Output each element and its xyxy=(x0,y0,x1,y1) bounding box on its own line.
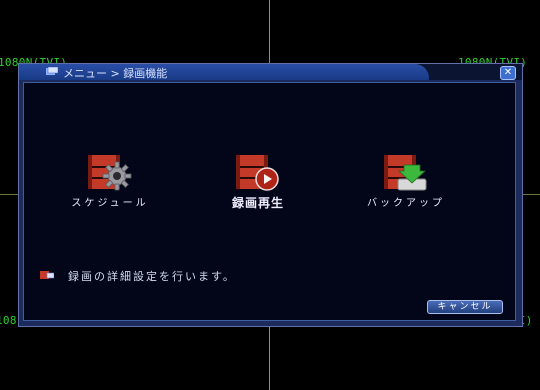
backup-tile[interactable]: バックアップ xyxy=(351,155,461,209)
playback-tile[interactable]: 録画再生 xyxy=(203,155,313,211)
backup-label: バックアップ xyxy=(367,198,445,209)
backup-download-icon xyxy=(382,155,430,191)
playback-icon xyxy=(234,155,282,191)
camera-label-bottom-left: 108 xyxy=(0,314,17,327)
info-record-icon xyxy=(40,271,54,279)
dialog-title: メニュー > 録画機能 xyxy=(63,67,168,80)
schedule-tile[interactable]: スケジュール xyxy=(55,155,165,209)
playback-label: 録画再生 xyxy=(231,196,284,210)
dialog-titlebar: メニュー > 録画機能 ✕ xyxy=(19,64,522,80)
hint-text: 録画の詳細設定を行います。 xyxy=(68,270,236,283)
cancel-button[interactable]: キャンセル xyxy=(427,300,503,314)
schedule-label: スケジュール xyxy=(71,198,149,209)
close-button[interactable]: ✕ xyxy=(500,66,516,80)
schedule-gear-icon xyxy=(86,155,134,191)
menu-icon xyxy=(46,67,58,75)
